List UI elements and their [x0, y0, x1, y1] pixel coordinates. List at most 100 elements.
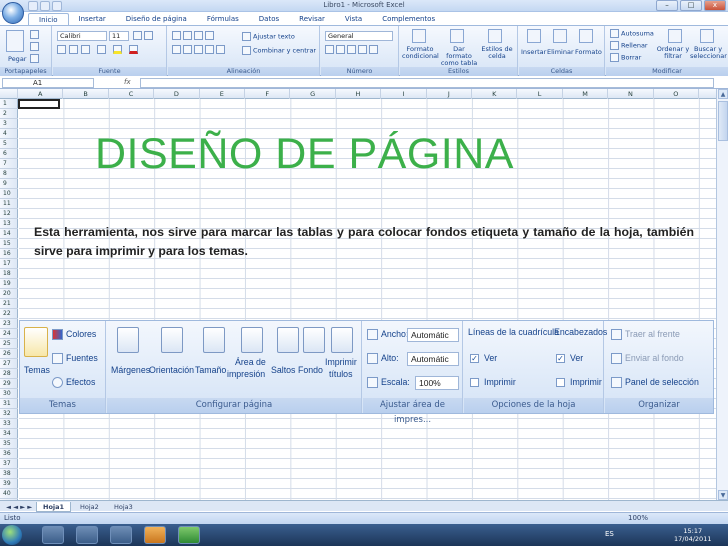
- borders-icon[interactable]: [97, 45, 108, 54]
- fill-button[interactable]: Rellenar: [610, 41, 648, 50]
- powerpoint-icon[interactable]: [144, 526, 166, 544]
- row-header[interactable]: 11: [0, 199, 18, 209]
- row-header[interactable]: 20: [0, 289, 18, 299]
- background-button[interactable]: Fondo: [298, 365, 323, 375]
- underline-icon[interactable]: [81, 45, 92, 54]
- column-header[interactable]: N: [608, 89, 654, 99]
- tab-datos[interactable]: Datos: [249, 13, 289, 25]
- fonts-button[interactable]: Fuentes: [52, 353, 98, 365]
- office-button[interactable]: [2, 2, 24, 24]
- size-icon[interactable]: [203, 327, 225, 353]
- minimize-button[interactable]: –: [656, 0, 678, 11]
- selection-pane-button[interactable]: Panel de selección: [611, 377, 699, 389]
- row-header[interactable]: 9: [0, 179, 18, 189]
- breaks-icon[interactable]: [277, 327, 299, 353]
- gridlines-view-checkbox[interactable]: ✓ Ver: [470, 353, 497, 364]
- font-name-select[interactable]: Calibri: [57, 31, 107, 41]
- scroll-up-icon[interactable]: ▲: [718, 89, 728, 99]
- effects-button[interactable]: Efectos: [52, 377, 95, 389]
- copy-icon[interactable]: [30, 42, 41, 51]
- italic-icon[interactable]: [69, 45, 80, 54]
- background-icon[interactable]: [303, 327, 325, 353]
- row-header[interactable]: 6: [0, 149, 18, 159]
- themes-button[interactable]: Temas: [24, 365, 50, 375]
- formula-input[interactable]: [140, 78, 714, 88]
- row-header[interactable]: 3: [0, 119, 18, 129]
- format-cells-button[interactable]: Formato: [575, 48, 602, 56]
- ie-icon[interactable]: [42, 526, 64, 544]
- maximize-button[interactable]: □: [680, 0, 702, 11]
- row-header[interactable]: 27: [0, 359, 18, 369]
- paste-button[interactable]: Pegar: [8, 55, 26, 63]
- bring-forward-button[interactable]: Traer al frente: [611, 329, 680, 341]
- row-header[interactable]: 37: [0, 459, 18, 469]
- vertical-scrollbar[interactable]: ▲ ▼: [716, 89, 728, 500]
- row-header[interactable]: 5: [0, 139, 18, 149]
- row-header[interactable]: 8: [0, 169, 18, 179]
- row-header[interactable]: 13: [0, 219, 18, 229]
- colors-button[interactable]: Colores: [52, 329, 96, 341]
- close-button[interactable]: x: [704, 0, 726, 11]
- column-header[interactable]: A: [18, 89, 64, 99]
- excel-icon[interactable]: [178, 526, 200, 544]
- row-header[interactable]: 40: [0, 489, 18, 499]
- row-header[interactable]: 31: [0, 399, 18, 409]
- find-select-icon[interactable]: [700, 29, 714, 43]
- name-box[interactable]: A1: [2, 78, 94, 88]
- column-header[interactable]: G: [290, 89, 336, 99]
- row-header[interactable]: 18: [0, 269, 18, 279]
- cell-styles-button[interactable]: Estilos de celda: [480, 46, 514, 60]
- selected-cell-a1[interactable]: [18, 99, 60, 109]
- orientation-icon[interactable]: [161, 327, 183, 353]
- language-indicator[interactable]: ES: [605, 530, 614, 538]
- row-header[interactable]: 30: [0, 389, 18, 399]
- row-header[interactable]: 24: [0, 329, 18, 339]
- column-header[interactable]: F: [245, 89, 291, 99]
- row-header[interactable]: 15: [0, 239, 18, 249]
- scroll-thumb[interactable]: [718, 101, 728, 141]
- delete-cells-icon[interactable]: [553, 29, 567, 43]
- row-header[interactable]: 10: [0, 189, 18, 199]
- row-header[interactable]: 22: [0, 309, 18, 319]
- column-header[interactable]: C: [109, 89, 155, 99]
- row-header[interactable]: 21: [0, 299, 18, 309]
- row-header[interactable]: 39: [0, 479, 18, 489]
- margins-button[interactable]: Márgenes: [111, 365, 150, 375]
- headings-print-checkbox[interactable]: Imprimir: [556, 377, 602, 388]
- fx-icon[interactable]: fx: [124, 78, 131, 86]
- column-header[interactable]: H: [336, 89, 382, 99]
- insert-cells-button[interactable]: Insertar: [521, 48, 546, 56]
- row-header[interactable]: 29: [0, 379, 18, 389]
- row-header[interactable]: 25: [0, 339, 18, 349]
- wrap-text-button[interactable]: Ajustar texto: [242, 32, 295, 41]
- paste-icon[interactable]: [6, 30, 24, 52]
- column-header[interactable]: L: [517, 89, 563, 99]
- column-header[interactable]: D: [154, 89, 200, 99]
- sheet-tab-hoja2[interactable]: Hoja2: [74, 502, 105, 512]
- height-select[interactable]: Automátic: [407, 352, 459, 366]
- row-header[interactable]: 7: [0, 159, 18, 169]
- cond-format-button[interactable]: Formato condicional: [402, 46, 439, 60]
- find-select-button[interactable]: Buscar y seleccionar: [690, 46, 727, 60]
- row-header[interactable]: 16: [0, 249, 18, 259]
- number-format-select[interactable]: General: [325, 31, 393, 41]
- row-header[interactable]: 34: [0, 429, 18, 439]
- tab-diseno-pagina[interactable]: Diseño de página: [116, 13, 197, 25]
- row-header[interactable]: 19: [0, 279, 18, 289]
- align-horizontal-icons[interactable]: [172, 45, 227, 54]
- bold-icon[interactable]: [57, 45, 68, 54]
- delete-cells-button[interactable]: Eliminar: [547, 48, 574, 56]
- font-color-icon[interactable]: [129, 45, 140, 54]
- send-backward-button[interactable]: Enviar al fondo: [611, 353, 684, 365]
- themes-icon[interactable]: [24, 327, 48, 357]
- number-format-icons[interactable]: [325, 45, 380, 54]
- cut-icon[interactable]: [30, 30, 41, 39]
- margins-icon[interactable]: [117, 327, 139, 353]
- print-area-icon[interactable]: [241, 327, 263, 353]
- cond-format-icon[interactable]: [412, 29, 426, 43]
- start-button[interactable]: [2, 525, 22, 545]
- row-header[interactable]: 35: [0, 439, 18, 449]
- column-header[interactable]: J: [427, 89, 472, 99]
- row-header[interactable]: 26: [0, 349, 18, 359]
- column-header[interactable]: K: [472, 89, 518, 99]
